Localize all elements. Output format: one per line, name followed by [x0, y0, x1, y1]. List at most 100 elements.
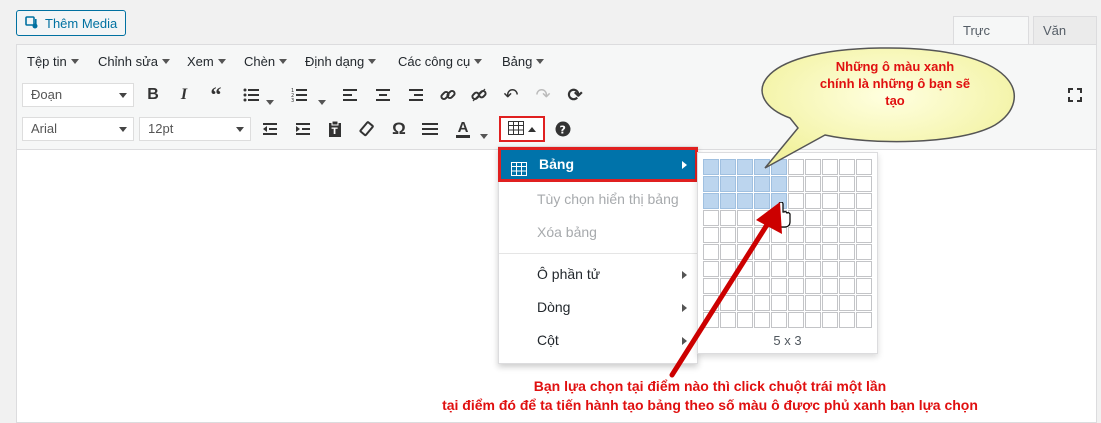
redo-icon[interactable]: ↷ [530, 83, 556, 107]
fullscreen-icon[interactable] [1062, 83, 1088, 107]
grid-cell[interactable] [805, 295, 821, 311]
link-icon[interactable] [435, 83, 461, 107]
menu-item-cell-label: Ô phần tử [537, 266, 601, 282]
instruction-line-1: Bạn lựa chọn tại điểm nào thì click chuộ… [533, 378, 887, 394]
menu-view[interactable]: Xem [187, 52, 226, 70]
caret-down-icon [236, 127, 244, 132]
grid-cell[interactable] [856, 244, 872, 260]
grid-cell[interactable] [805, 210, 821, 226]
align-right-icon[interactable] [403, 83, 429, 107]
grid-cell[interactable] [839, 193, 855, 209]
svg-text:T: T [332, 127, 339, 137]
grid-cell[interactable] [703, 159, 719, 175]
menu-format[interactable]: Định dạng [305, 52, 377, 70]
font-size-select[interactable]: 12pt [139, 117, 251, 141]
table-button[interactable] [499, 116, 545, 142]
grid-cell[interactable] [856, 227, 872, 243]
font-family-select-value: Arial [31, 121, 58, 136]
help-icon[interactable]: ? [550, 117, 576, 141]
grid-cell[interactable] [839, 295, 855, 311]
align-center-icon[interactable] [370, 83, 396, 107]
bold-icon[interactable]: B [140, 83, 166, 107]
menu-item-insert-table[interactable]: Bảng [498, 147, 698, 182]
menu-format-label: Định dạng [305, 53, 365, 69]
grid-cell[interactable] [839, 312, 855, 328]
grid-cell[interactable] [839, 244, 855, 260]
grid-cell[interactable] [822, 261, 838, 277]
caret-down-icon [279, 58, 288, 64]
caret-down-icon[interactable] [266, 93, 274, 108]
paste-text-icon[interactable]: T [322, 117, 348, 141]
svg-text:3: 3 [291, 98, 294, 102]
table-icon [508, 120, 524, 138]
align-left-icon[interactable] [337, 83, 363, 107]
grid-cell[interactable] [856, 312, 872, 328]
grid-cell[interactable] [839, 278, 855, 294]
grid-cell[interactable] [822, 295, 838, 311]
menu-table[interactable]: Bảng [502, 52, 545, 70]
text-color-icon[interactable]: A [450, 117, 476, 141]
caret-down-icon [536, 58, 545, 64]
grid-cell[interactable] [822, 278, 838, 294]
undo-icon[interactable]: ↶ [498, 83, 524, 107]
grid-cell[interactable] [805, 244, 821, 260]
grid-cell[interactable] [805, 278, 821, 294]
format-select[interactable]: Đoạn [22, 83, 134, 107]
special-character-icon[interactable]: Ω [386, 117, 412, 141]
clear-formatting-icon[interactable] [354, 117, 380, 141]
table-icon [511, 157, 527, 186]
grid-cell[interactable] [822, 193, 838, 209]
grid-cell[interactable] [805, 261, 821, 277]
caret-down-icon [162, 58, 171, 64]
media-icon [25, 16, 39, 30]
grid-cell[interactable] [805, 312, 821, 328]
caret-down-icon [368, 58, 377, 64]
grid-cell[interactable] [856, 261, 872, 277]
indent-icon[interactable] [290, 117, 316, 141]
caret-down-icon[interactable] [480, 127, 488, 142]
horizontal-line-icon[interactable] [417, 117, 443, 141]
menu-tools[interactable]: Các công cụ [398, 52, 483, 70]
grid-cell[interactable] [822, 227, 838, 243]
menu-item-row-label: Dòng [537, 299, 571, 315]
menu-edit-label: Chỉnh sửa [98, 53, 159, 69]
menu-table-label: Bảng [502, 53, 533, 69]
callout-text: Những ô màu xanh chính là những ô bạn sẽ… [819, 59, 971, 108]
menu-edit[interactable]: Chỉnh sửa [98, 52, 171, 70]
numbered-list-icon[interactable]: 123 [286, 83, 312, 107]
menu-file[interactable]: Tệp tin [27, 52, 79, 70]
grid-cell[interactable] [839, 261, 855, 277]
menu-insert-label: Chèn [244, 53, 276, 69]
caret-down-icon[interactable] [318, 93, 326, 108]
menu-view-label: Xem [187, 53, 214, 69]
unlink-icon[interactable] [466, 83, 492, 107]
grid-cell[interactable] [805, 193, 821, 209]
add-media-button[interactable]: Thêm Media [16, 10, 126, 36]
menu-insert[interactable]: Chèn [244, 52, 288, 70]
grid-cell[interactable] [839, 210, 855, 226]
grid-cell[interactable] [822, 210, 838, 226]
annotation-arrow [669, 202, 782, 378]
grid-cell[interactable] [856, 193, 872, 209]
svg-text:?: ? [560, 124, 566, 137]
menu-item-insert-table-label: Bảng [539, 156, 574, 172]
italic-icon[interactable]: I [171, 83, 197, 107]
add-media-label: Thêm Media [45, 15, 118, 31]
caret-up-icon [528, 126, 536, 132]
chevron-right-icon [682, 161, 687, 169]
font-family-select[interactable]: Arial [22, 117, 134, 141]
grid-cell[interactable] [822, 244, 838, 260]
grid-cell[interactable] [856, 278, 872, 294]
grid-cell[interactable] [856, 295, 872, 311]
outdent-icon[interactable] [257, 117, 283, 141]
refresh-icon[interactable]: ⟳ [562, 83, 588, 107]
blockquote-icon[interactable]: “ [203, 82, 229, 107]
grid-cell[interactable] [805, 227, 821, 243]
bullet-list-icon[interactable] [238, 83, 264, 107]
grid-cell[interactable] [822, 312, 838, 328]
grid-cell[interactable] [856, 210, 872, 226]
caret-down-icon [474, 58, 483, 64]
font-size-select-value: 12pt [148, 121, 174, 136]
caret-down-icon [217, 58, 226, 64]
grid-cell[interactable] [839, 227, 855, 243]
